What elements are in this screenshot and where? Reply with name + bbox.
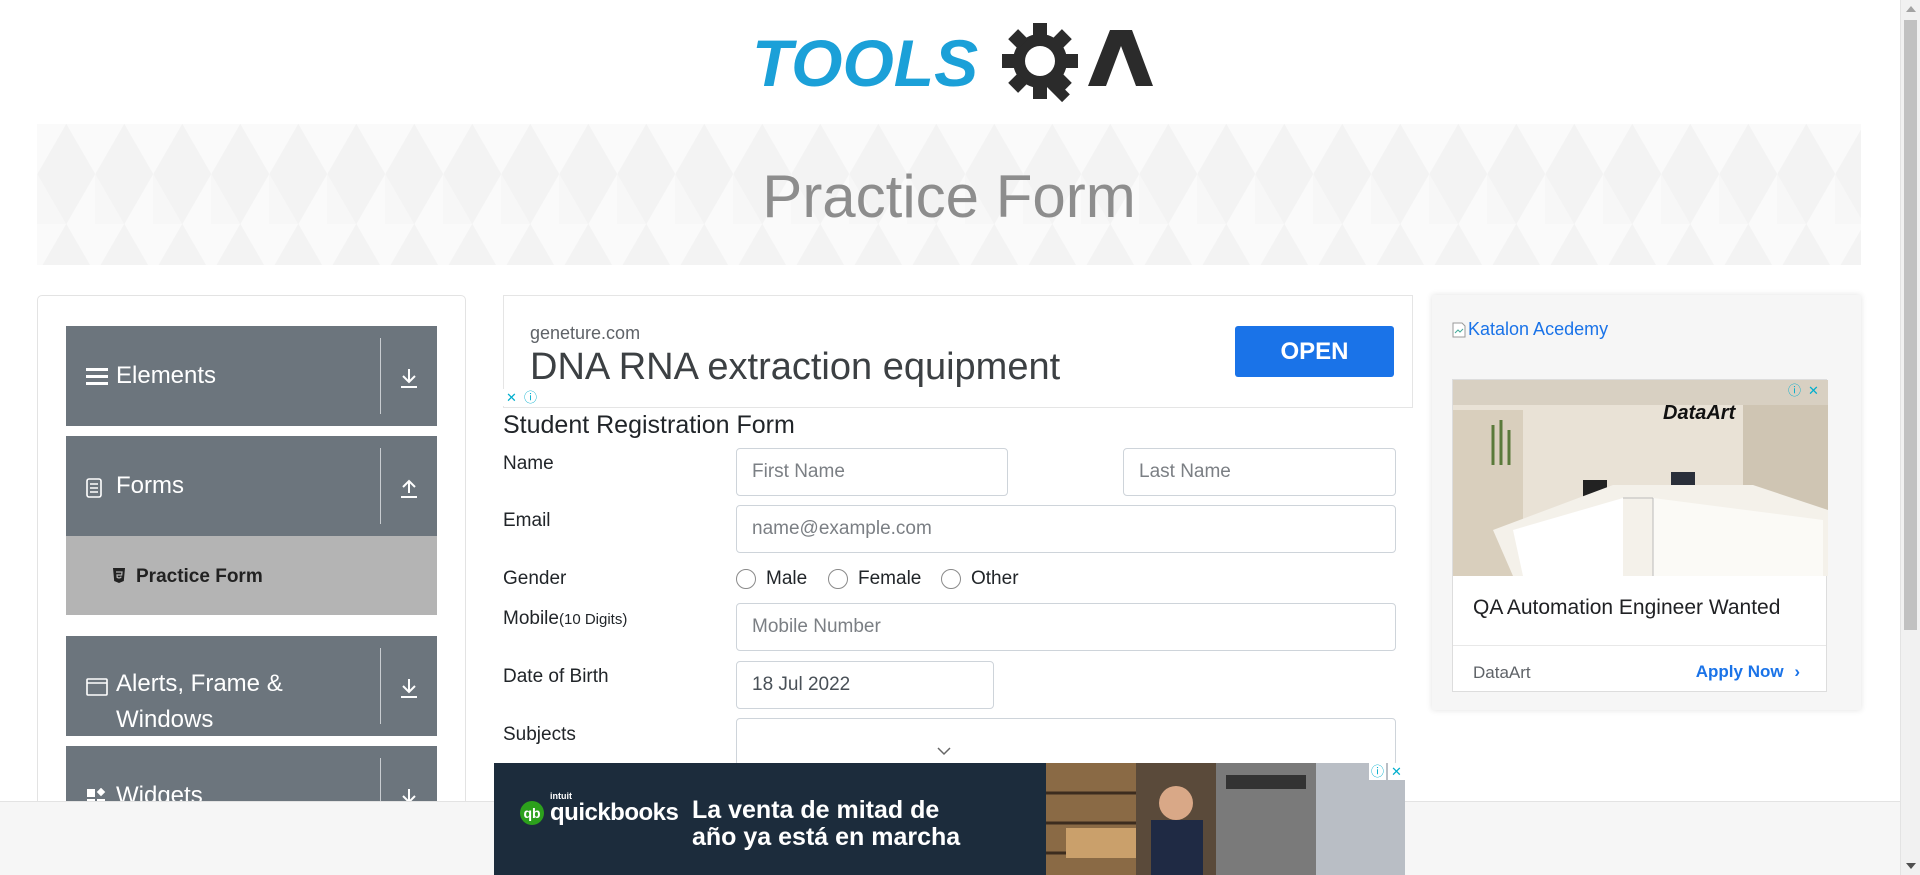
html5-icon <box>113 568 125 583</box>
radio-circle[interactable] <box>736 569 756 589</box>
ad-sidebar-right[interactable]: Katalon Acedemy DataArt ⓘ ✕ QA Automation… <box>1432 295 1861 710</box>
quickbooks-icon: qb <box>520 801 544 825</box>
ad-open-button[interactable]: OPEN <box>1235 326 1394 377</box>
divider <box>380 448 381 524</box>
mobile-input[interactable] <box>736 603 1396 651</box>
ad-choices[interactable]: ✕ ⓘ <box>503 389 539 406</box>
mobile-label: Mobile(10 Digits) <box>503 608 627 630</box>
first-name-input[interactable] <box>736 448 1008 496</box>
info-icon[interactable]: ⓘ <box>1369 763 1386 780</box>
toolsqa-logo[interactable]: TOOLS <box>748 16 1153 114</box>
download-arrow-icon[interactable] <box>397 366 421 390</box>
info-icon[interactable]: ⓘ <box>1786 382 1803 399</box>
info-icon[interactable]: ⓘ <box>522 389 539 406</box>
gender-label: Gender <box>503 568 567 589</box>
dob-label: Date of Birth <box>503 666 609 687</box>
close-icon[interactable]: ✕ <box>1805 382 1822 399</box>
ad-choices[interactable]: ⓘ ✕ <box>1786 382 1822 399</box>
ad-choices[interactable]: ⓘ ✕ <box>1369 763 1405 780</box>
gender-radio-female[interactable]: Female <box>828 568 921 590</box>
download-arrow-icon[interactable] <box>397 676 421 700</box>
mobile-hint: (10 Digits) <box>558 611 628 628</box>
last-name-input[interactable] <box>1123 448 1396 496</box>
promo-line-2: año ya está en marcha <box>692 823 961 851</box>
scrollbar-thumb[interactable] <box>1904 20 1917 630</box>
nav-group-alerts[interactable]: Alerts, Frame & Windows <box>66 636 437 736</box>
ad-advertiser: DataArt <box>1473 663 1531 682</box>
radio-label: Other <box>971 568 1019 589</box>
page-title: Practice Form <box>762 163 1136 230</box>
radio-circle[interactable] <box>941 569 961 589</box>
scroll-up-arrow-icon[interactable] <box>1906 6 1916 12</box>
chevron-right-icon: › <box>1794 662 1800 681</box>
date-of-birth-input[interactable] <box>736 661 994 709</box>
divider <box>1453 645 1826 646</box>
nav-group-elements[interactable]: Elements <box>66 326 437 426</box>
ad-banner-top[interactable]: geneture.com DNA RNA extraction equipmen… <box>503 295 1413 408</box>
subjects-input[interactable] <box>736 718 1396 766</box>
sidebar-item-label: Practice Form <box>136 566 263 587</box>
page-banner: Practice Form <box>37 124 1861 265</box>
radio-circle[interactable] <box>828 569 848 589</box>
intuit-text: intuit <box>550 791 572 801</box>
broken-image-icon <box>1452 322 1466 337</box>
hamburger-icon <box>86 368 108 385</box>
radio-label: Male <box>766 568 808 589</box>
sidebar-item-practice-form[interactable]: Practice Form <box>66 536 437 615</box>
nav-group-forms[interactable]: Forms <box>66 436 437 536</box>
close-icon[interactable]: ✕ <box>503 389 520 406</box>
logo-text-tools: TOOLS <box>752 26 978 100</box>
document-icon <box>86 478 102 498</box>
ad-headline[interactable]: DNA RNA extraction equipment <box>530 346 1060 389</box>
email-input[interactable] <box>736 505 1396 553</box>
nav-group-label-line2: Windows <box>116 706 214 733</box>
chevron-down-icon <box>937 747 951 756</box>
quickbooks-name: quickbooks <box>550 799 679 826</box>
nav-group-label: Alerts, Frame & <box>116 670 283 697</box>
nav-group-label: Elements <box>116 362 217 389</box>
form-title: Student Registration Form <box>503 411 795 439</box>
window-icon <box>86 678 108 696</box>
ad-banner-bottom[interactable]: qb intuit quickbooks La venta de mitad d… <box>494 763 1405 875</box>
ad-promo-text[interactable]: La venta de mitad de año ya está en marc… <box>692 797 960 851</box>
coffee-shop-photo[interactable]: ⓘ ✕ <box>1046 763 1405 875</box>
left-panel: Elements Forms Practice Form Alerts, Fra… <box>37 295 466 875</box>
ad-headline[interactable]: QA Automation Engineer Wanted <box>1473 596 1780 620</box>
close-icon[interactable]: ✕ <box>1388 763 1405 780</box>
katalon-academy-image[interactable]: Katalon Acedemy <box>1452 319 1608 340</box>
radio-label: Female <box>858 568 922 589</box>
apply-now-label: Apply Now <box>1695 662 1784 681</box>
mobile-label-text: Mobile <box>503 608 559 629</box>
vertical-scrollbar[interactable] <box>1900 0 1920 875</box>
ad-card[interactable]: DataArt ⓘ ✕ QA Automation Engineer Wanted… <box>1452 379 1828 692</box>
promo-line-1: La venta de mitad de <box>692 796 940 824</box>
subjects-label: Subjects <box>503 724 576 745</box>
gender-radio-other[interactable]: Other <box>941 568 1019 590</box>
broken-image-alt: Katalon Acedemy <box>1468 319 1609 339</box>
gender-radio-male[interactable]: Male <box>736 568 807 590</box>
dataart-logo-text: DataArt <box>1663 402 1736 424</box>
apply-now-link[interactable]: Apply Now › <box>1696 662 1800 682</box>
nav-group-label: Forms <box>116 472 184 499</box>
quickbooks-logo: qb intuit quickbooks <box>520 791 679 827</box>
divider <box>380 648 381 724</box>
office-photo[interactable]: DataArt <box>1453 380 1828 576</box>
upload-arrow-icon[interactable] <box>397 476 421 500</box>
name-label: Name <box>503 453 554 474</box>
divider <box>380 338 381 414</box>
scroll-down-arrow-icon[interactable] <box>1906 863 1916 869</box>
ad-domain: geneture.com <box>530 323 641 343</box>
email-label: Email <box>503 510 551 531</box>
